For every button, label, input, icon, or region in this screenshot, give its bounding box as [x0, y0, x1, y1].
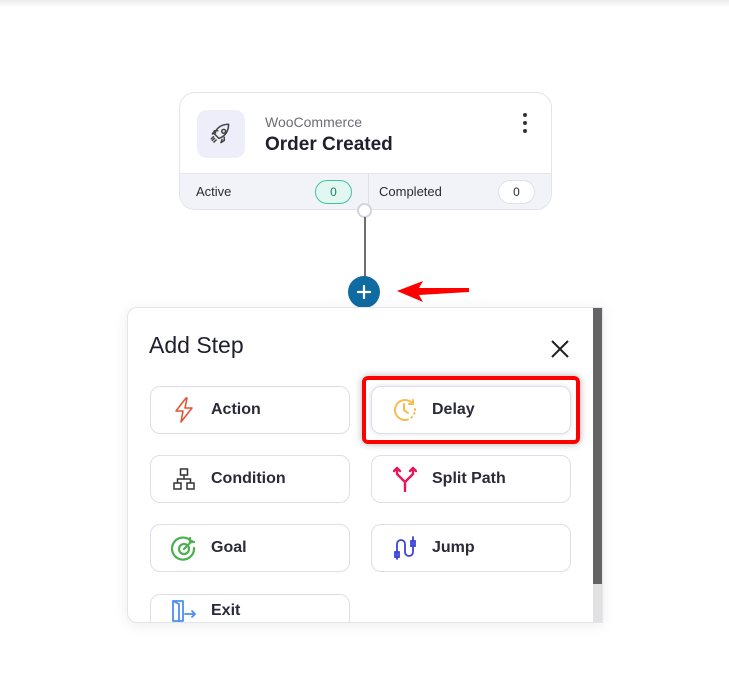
add-step-panel: Add Step Action Delay Condition Split Pa… [127, 307, 603, 623]
exit-door-icon [172, 600, 196, 622]
step-option-label: Condition [211, 470, 286, 487]
step-option-exit[interactable]: Exit [150, 594, 350, 622]
step-option-label: Action [211, 401, 261, 418]
lightning-icon [175, 397, 193, 423]
stat-count-badge: 0 [315, 179, 352, 204]
step-option-label: Exit [211, 602, 241, 619]
connector-line [364, 217, 366, 277]
clock-icon [394, 399, 416, 421]
step-option-condition[interactable]: Condition [150, 455, 350, 503]
step-option-jump[interactable]: Jump [371, 524, 571, 572]
split-arrow-icon [393, 466, 417, 492]
scrollbar-thumb[interactable] [593, 308, 602, 584]
step-option-delay[interactable]: Delay [371, 386, 571, 434]
trigger-source: WooCommerce [265, 114, 362, 130]
connector-handle[interactable] [357, 203, 372, 218]
step-option-label: Delay [432, 401, 475, 418]
hierarchy-icon [173, 468, 195, 490]
more-options-icon[interactable] [521, 113, 529, 133]
annotation-arrow [397, 281, 469, 302]
plus-icon [357, 285, 371, 299]
target-icon [171, 536, 196, 561]
jump-icon [394, 536, 416, 560]
stat-label: Active [196, 184, 232, 199]
stat-active: Active 0 [180, 174, 368, 209]
stat-count-badge: 0 [498, 179, 535, 204]
top-edge-shadow [0, 0, 729, 8]
step-option-label: Jump [432, 539, 475, 556]
step-option-goal[interactable]: Goal [150, 524, 350, 572]
trigger-card[interactable]: WooCommerce Order Created Active 0 Compl… [179, 92, 552, 210]
step-option-action[interactable]: Action [150, 386, 350, 434]
step-option-label: Split Path [432, 470, 506, 487]
add-step-button[interactable] [348, 276, 380, 308]
stat-label: Completed [379, 184, 442, 199]
step-option-split-path[interactable]: Split Path [371, 455, 571, 503]
rocket-icon [210, 123, 230, 144]
trigger-icon-box [197, 110, 245, 158]
stat-completed: Completed 0 [368, 174, 551, 209]
close-icon[interactable] [548, 337, 572, 361]
panel-title: Add Step [149, 332, 244, 358]
trigger-title: Order Created [265, 134, 393, 155]
step-option-label: Goal [211, 539, 247, 556]
